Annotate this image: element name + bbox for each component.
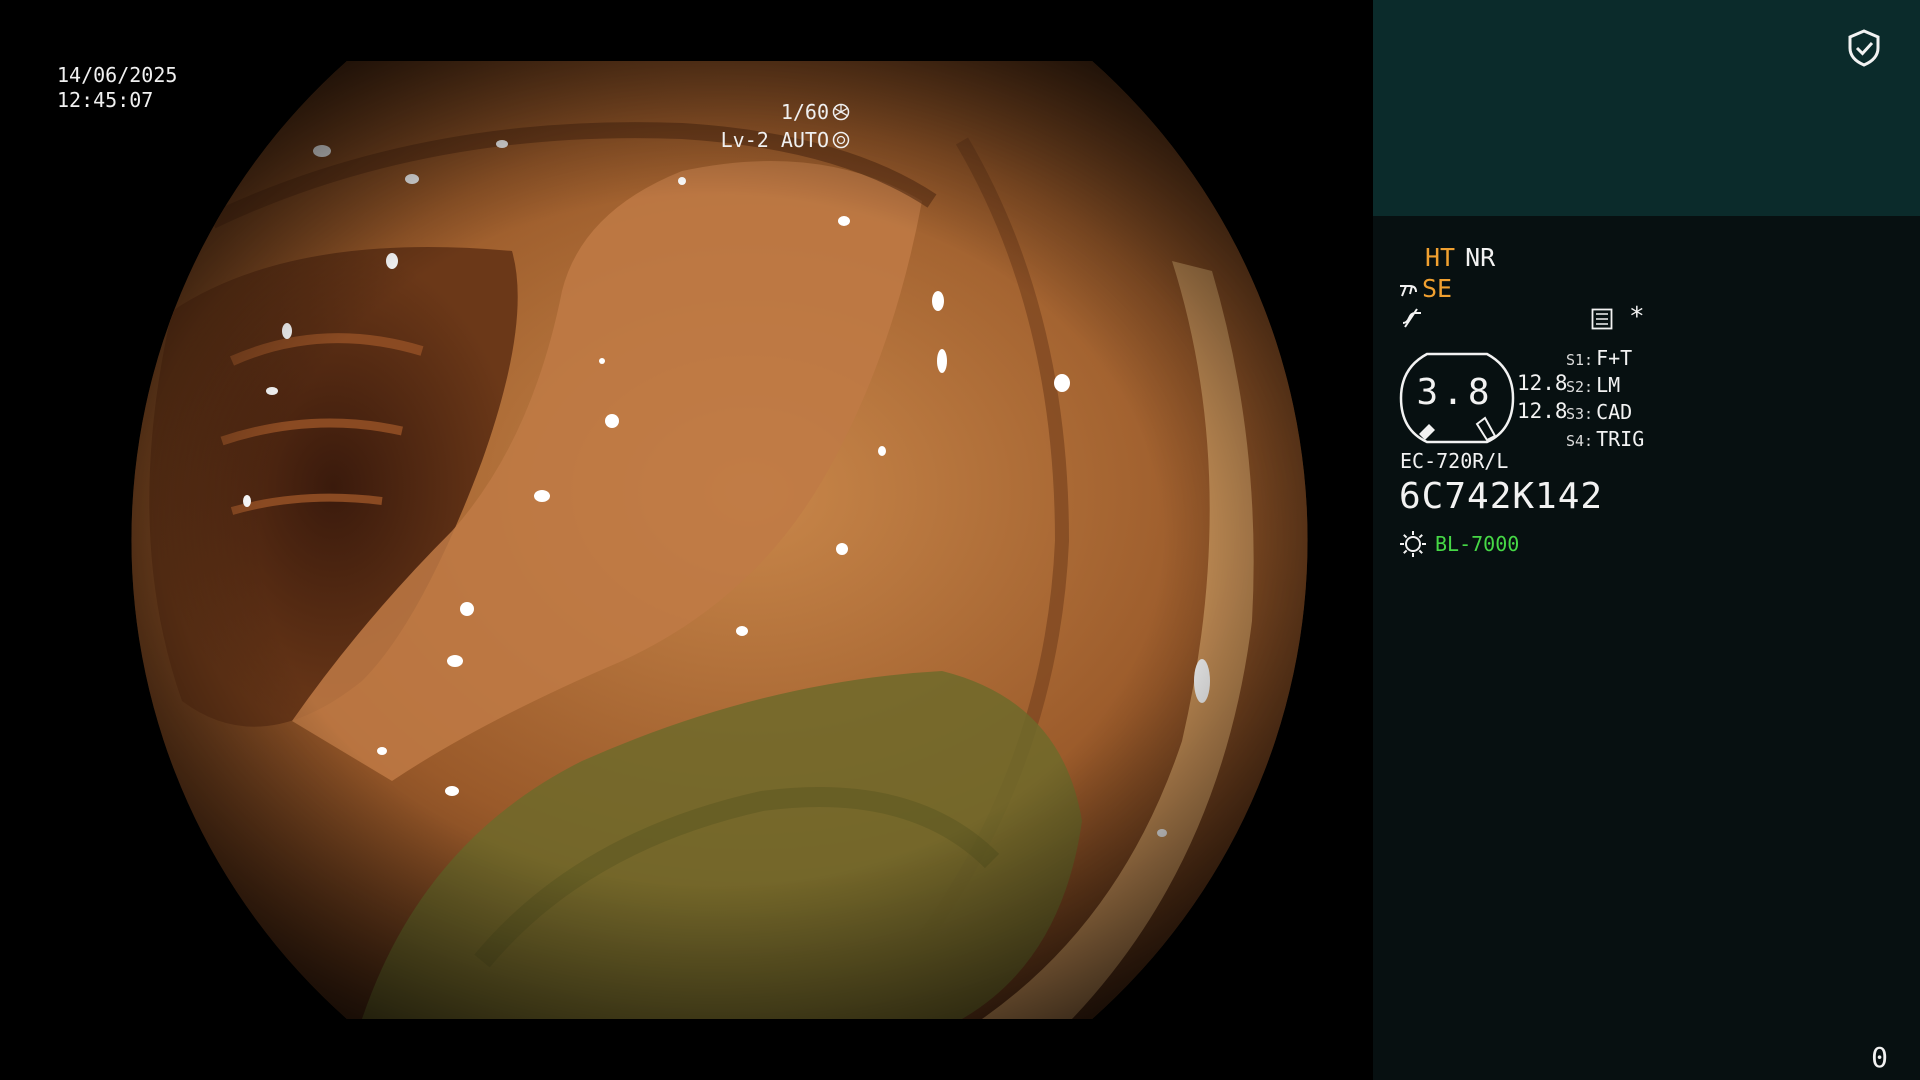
ht-mode-label: HT bbox=[1425, 243, 1456, 272]
scope-serial-label: 6C742K142 bbox=[1399, 476, 1604, 517]
star-indicator: * bbox=[1629, 302, 1645, 332]
endoscopic-image bbox=[131, 61, 1308, 1019]
status-icons-row: * bbox=[1401, 302, 1661, 335]
light-source-label: BL-7000 bbox=[1435, 532, 1520, 556]
scope-switch-row: S3: CAD bbox=[1566, 400, 1633, 424]
panel-header bbox=[1373, 0, 1920, 216]
gauge-number-top: 12.8 bbox=[1517, 371, 1568, 395]
scope-tip-icon bbox=[1400, 284, 1417, 296]
scope-switch-list: S1: F+T S2: LM S3: CAD S4: TRIG bbox=[1566, 346, 1644, 454]
shutter-label: 1/60 bbox=[780, 100, 829, 124]
light-bulb-icon bbox=[1400, 531, 1426, 557]
waveform-icon bbox=[1402, 308, 1421, 328]
endoscope-view: 14/06/2025 12:45:07 1/60 Lv-2 AUTO bbox=[0, 0, 1373, 1080]
iris-label: Lv-2 AUTO bbox=[720, 128, 829, 152]
frame-counter: 0 bbox=[1871, 1041, 1888, 1074]
shield-check-icon bbox=[1848, 29, 1880, 67]
image-mode-list: HT NR bbox=[1425, 242, 1495, 273]
scope-switch-row: S2: LM bbox=[1566, 373, 1621, 397]
info-panel: HT NR SE * 3.8 12.8 12.8 S1: F+T S2: LM S3… bbox=[1373, 0, 1920, 1080]
menu-list-icon bbox=[1591, 308, 1613, 330]
nr-mode-label: NR bbox=[1465, 243, 1496, 272]
datetime-readout: 14/06/2025 12:45:07 bbox=[57, 63, 177, 113]
iris-icon bbox=[832, 131, 850, 149]
gauge-number-bottom: 12.8 bbox=[1517, 399, 1568, 423]
scope-switch-row: S4: TRIG bbox=[1566, 427, 1645, 451]
gauge-value: 3.8 bbox=[1416, 372, 1494, 413]
shutter-icon bbox=[832, 103, 850, 121]
gauge-numbers: 12.8 12.8 bbox=[1517, 369, 1568, 425]
light-source-row: BL-7000 bbox=[1399, 530, 1519, 558]
time-label: 12:45:07 bbox=[57, 88, 154, 112]
scope-model-label: EC-720R/L bbox=[1400, 449, 1509, 473]
se-mode-row: SE bbox=[1398, 274, 1452, 303]
exposure-readout: 1/60 Lv-2 AUTO bbox=[721, 98, 850, 154]
se-mode-label: SE bbox=[1422, 274, 1453, 303]
date-label: 14/06/2025 bbox=[57, 63, 178, 87]
scope-switch-row: S1: F+T bbox=[1566, 346, 1633, 370]
